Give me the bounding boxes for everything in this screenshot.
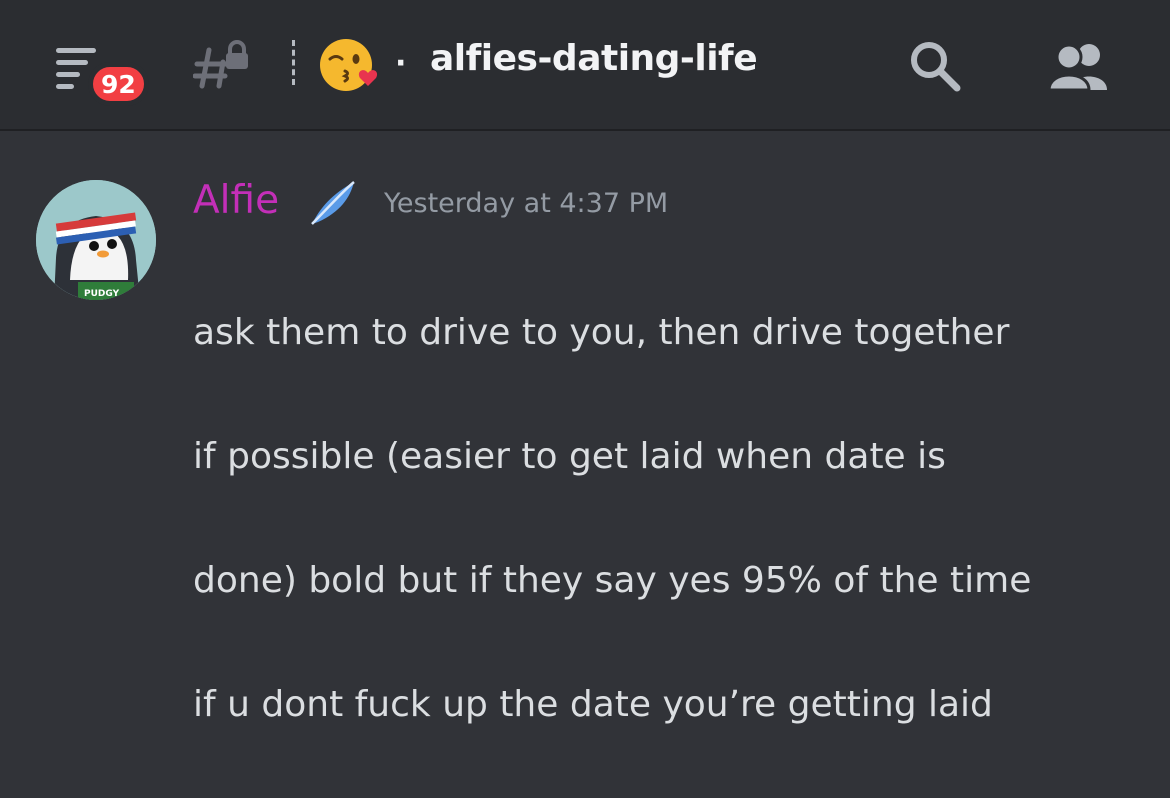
header-divider: [292, 40, 295, 85]
search-icon[interactable]: [905, 38, 965, 94]
locked-text-channel-icon: [193, 40, 248, 89]
members-icon[interactable]: [1045, 38, 1115, 94]
feather-icon: [311, 181, 355, 225]
avatar-label: PUDGY: [84, 289, 120, 299]
message-line: if u dont fuck up the date you’re gettin…: [193, 684, 993, 725]
avatar[interactable]: PUDGY: [36, 180, 156, 300]
kissing-face-with-heart-emoji: [320, 39, 378, 91]
unread-badge: 92: [88, 62, 149, 106]
message-author[interactable]: Alfie: [193, 178, 279, 223]
channel-header: 92 · alfies-dating-life: [0, 0, 1170, 131]
menu-button[interactable]: 92: [52, 44, 152, 106]
header-separator: ·: [395, 46, 407, 81]
message-line: ask them to drive to you, then drive tog…: [193, 312, 1010, 353]
message-content: ask them to drive to you, then drive tog…: [193, 240, 1133, 798]
message-line: done) bold but if they say yes 95% of th…: [193, 560, 1032, 601]
penguin-avatar-icon: PUDGY: [36, 180, 156, 300]
message-line: if possible (easier to get laid when dat…: [193, 436, 946, 477]
message-timestamp: Yesterday at 4:37 PM: [384, 188, 669, 219]
channel-name[interactable]: alfies-dating-life: [430, 38, 758, 79]
